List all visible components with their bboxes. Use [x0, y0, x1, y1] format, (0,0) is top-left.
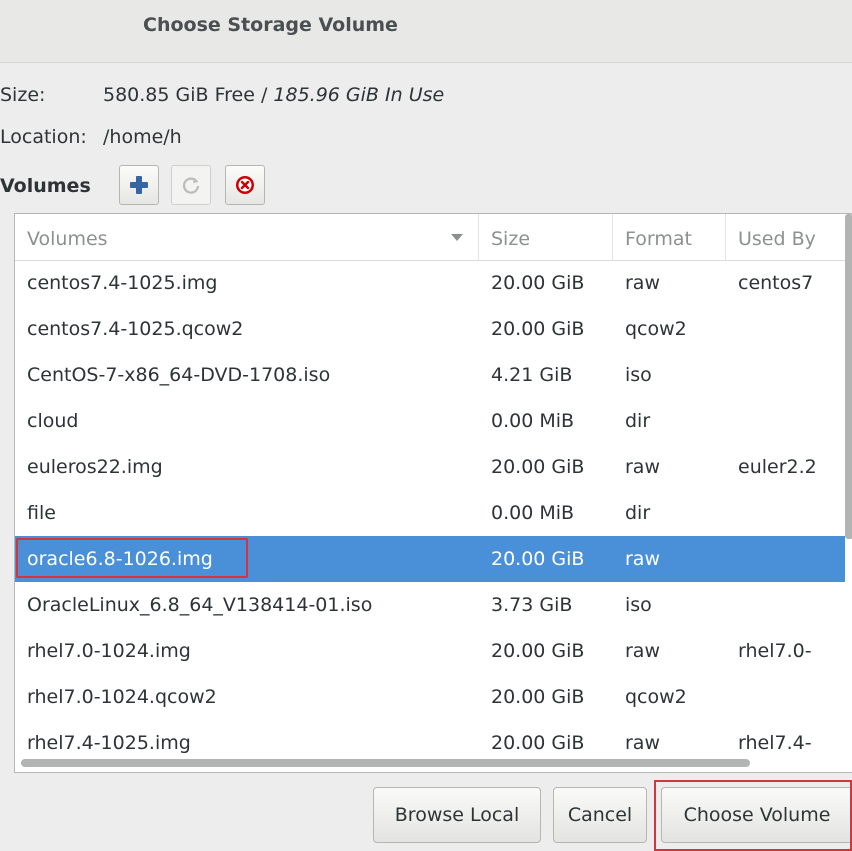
choose-volume-highlight — [654, 780, 852, 851]
column-header-volumes[interactable]: Volumes — [15, 214, 479, 260]
cell-size: 20.00 GiB — [491, 640, 585, 662]
cell-volume-name: euleros22.img — [27, 456, 163, 478]
table-row[interactable]: cloud 0.00 MiB dir — [15, 398, 845, 444]
refresh-button[interactable] — [171, 165, 211, 205]
size-label: Size: — [0, 84, 46, 106]
cell-format: iso — [625, 364, 652, 386]
cell-size: 3.73 GiB — [491, 594, 573, 616]
cell-size: 0.00 MiB — [491, 502, 575, 524]
dialog-title-bar: Choose Storage Volume — [0, 0, 852, 63]
cell-size: 20.00 GiB — [491, 548, 585, 570]
size-separator: / — [254, 84, 274, 106]
table-row[interactable]: centos7.4-1025.img 20.00 GiB raw centos7 — [15, 260, 845, 306]
table-row[interactable]: euleros22.img 20.00 GiB raw euler2.2 — [15, 444, 845, 490]
cell-volume-name: centos7.4-1025.img — [27, 272, 218, 294]
cell-format: dir — [625, 410, 651, 432]
cell-size: 0.00 MiB — [491, 410, 575, 432]
cell-volume-name: cloud — [27, 410, 79, 432]
cell-used-by — [726, 582, 845, 628]
cell-format: qcow2 — [625, 318, 687, 340]
cell-format: qcow2 — [625, 686, 687, 708]
cell-format: raw — [625, 456, 660, 478]
cell-format: raw — [625, 640, 660, 662]
cancel-button[interactable]: Cancel — [553, 787, 647, 843]
cell-size: 20.00 GiB — [491, 686, 585, 708]
cell-used-by — [726, 674, 845, 720]
cell-format: raw — [625, 272, 660, 294]
cell-used-by: rhel7.0- — [738, 640, 812, 662]
add-volume-button[interactable] — [119, 165, 159, 205]
cell-volume-name: CentOS-7-x86_64-DVD-1708.iso — [27, 364, 331, 386]
cell-used-by: euler2.2 — [738, 456, 817, 478]
cell-used-by: centos7 — [738, 272, 814, 294]
delete-volume-button[interactable] — [225, 165, 265, 205]
column-header-used-by[interactable]: Used By — [726, 214, 845, 260]
cell-used-by — [726, 490, 845, 536]
cell-size: 4.21 GiB — [491, 364, 573, 386]
vertical-scrollbar[interactable] — [845, 214, 852, 539]
column-header-format[interactable]: Format — [613, 214, 726, 260]
browse-local-button[interactable]: Browse Local — [373, 787, 541, 843]
cell-volume-name: rhel7.0-1024.qcow2 — [27, 686, 217, 708]
table-row[interactable]: oracle6.8-1026.img 20.00 GiB raw — [15, 536, 845, 582]
size-free: 580.85 GiB Free — [103, 84, 255, 106]
horizontal-scrollbar[interactable] — [21, 759, 750, 767]
plus-icon — [130, 176, 148, 194]
cell-volume-name: file — [27, 502, 56, 524]
cell-used-by — [726, 306, 845, 352]
cell-volume-name: centos7.4-1025.qcow2 — [27, 318, 244, 340]
volume-list-header: Volumes Size Format Used By — [15, 214, 852, 261]
size-used: 185.96 GiB In Use — [273, 84, 445, 106]
table-row[interactable]: rhel7.0-1024.img 20.00 GiB raw rhel7.0- — [15, 628, 845, 674]
column-header-size[interactable]: Size — [479, 214, 613, 260]
table-row[interactable]: centos7.4-1025.qcow2 20.00 GiB qcow2 — [15, 306, 845, 352]
location-value: /home/h — [103, 126, 182, 148]
cell-size: 20.00 GiB — [491, 456, 585, 478]
cell-volume-name: rhel7.0-1024.img — [27, 640, 191, 662]
location-label: Location: — [0, 126, 87, 148]
cell-volume-name: OracleLinux_6.8_64_V138414-01.iso — [27, 594, 373, 616]
table-row[interactable]: OracleLinux_6.8_64_V138414-01.iso 3.73 Gi… — [15, 582, 845, 628]
refresh-icon — [182, 177, 200, 194]
cell-format: iso — [625, 594, 652, 616]
dialog-title: Choose Storage Volume — [143, 14, 398, 36]
cell-used-by — [726, 352, 845, 398]
sort-descending-icon — [451, 234, 463, 241]
table-row[interactable]: CentOS-7-x86_64-DVD-1708.iso 4.21 GiB iso — [15, 352, 845, 398]
selected-row-highlight — [16, 538, 248, 578]
volume-list[interactable]: Volumes Size Format Used By centos7.4-10… — [14, 213, 852, 773]
cell-format: dir — [625, 502, 651, 524]
table-row[interactable]: file 0.00 MiB dir — [15, 490, 845, 536]
cell-size: 20.00 GiB — [491, 318, 585, 340]
cell-used-by — [726, 536, 845, 582]
table-row[interactable]: rhel7.0-1024.qcow2 20.00 GiB qcow2 — [15, 674, 845, 720]
volumes-toolbar-label: Volumes — [0, 175, 91, 197]
cell-size: 20.00 GiB — [491, 272, 585, 294]
cell-format: raw — [625, 548, 660, 570]
cell-used-by — [726, 398, 845, 444]
delete-icon — [236, 176, 254, 194]
size-value: 580.85 GiB Free / 185.96 GiB In Use — [103, 84, 444, 106]
